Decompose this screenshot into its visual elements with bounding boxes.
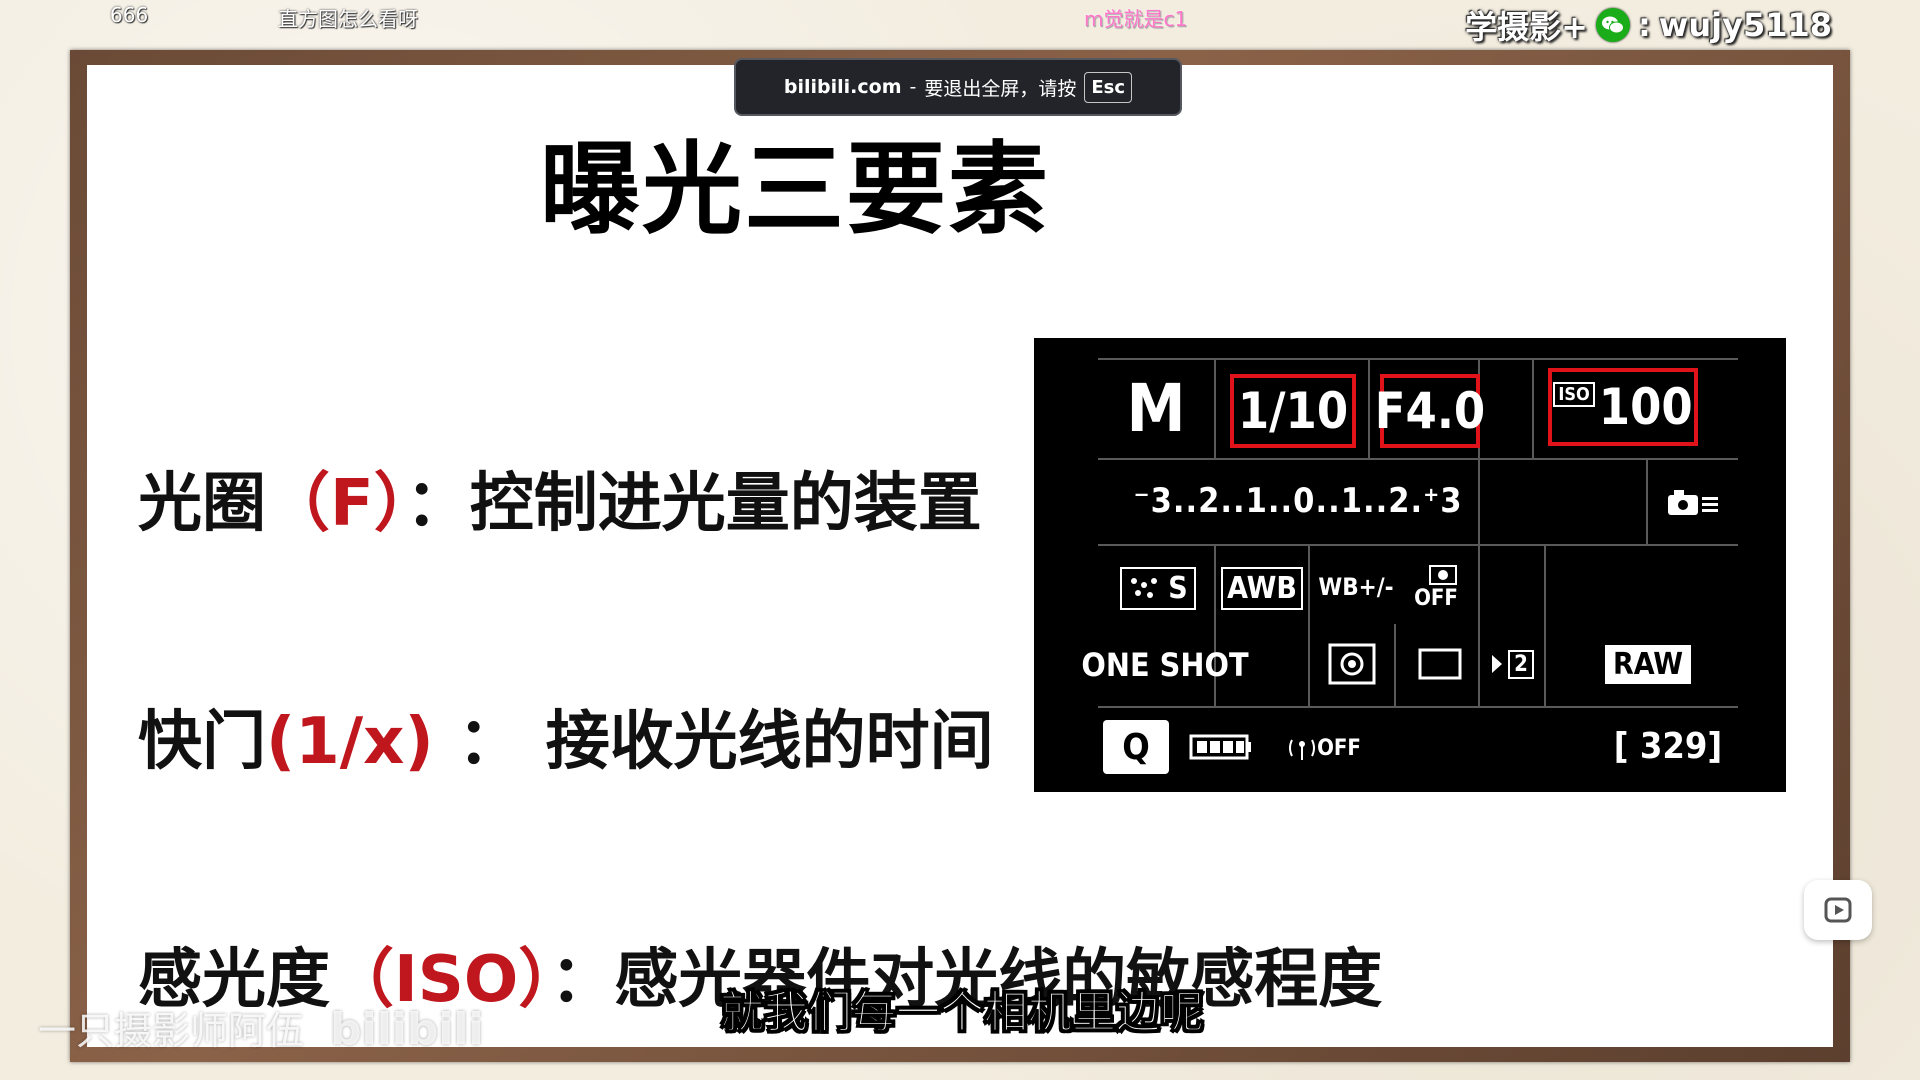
- shooting-mode: M: [1126, 369, 1186, 447]
- toast-site: bilibili.com: [783, 76, 902, 98]
- toast-message: 要退出全屏，请按: [924, 77, 1077, 100]
- wechat-icon: [1595, 8, 1630, 42]
- term: 光圈: [138, 467, 266, 541]
- grid-line: [1368, 358, 1370, 458]
- wifi-icon: OFF: [1284, 720, 1364, 776]
- toast-dash: -: [909, 76, 917, 98]
- camera-lcd-panel: M 1/10 F4.0 ISO 100 ⁻3..2..1..0..1..2.⁺3: [1034, 338, 1786, 792]
- shutter-line: 快门(1/x) ： 接收光线的时间: [138, 690, 994, 782]
- white-balance-icon: AWB: [1221, 560, 1303, 616]
- shutter-speed-value: 1/10: [1230, 374, 1356, 448]
- picture-style-label: S: [1168, 570, 1188, 606]
- q-label: Q: [1103, 720, 1169, 774]
- description: 接收光线的时间: [545, 705, 994, 779]
- quick-control-button[interactable]: Q: [1098, 716, 1174, 778]
- aperture-line: 光圈（F）：控制进光量的装置: [138, 452, 982, 544]
- uploader-watermark: 一只摄影师阿伍 bilibili: [38, 1000, 484, 1055]
- lcd-grid: M 1/10 F4.0 ISO 100 ⁻3..2..1..0..1..2.⁺3: [1081, 358, 1738, 774]
- iso-label: ISO: [1553, 382, 1595, 407]
- bilibili-logo: bilibili: [330, 1004, 484, 1055]
- video-frame: 666 直方图怎么看呀 m觉就是c1 学摄影+ : wujy5118 曝光三要素…: [0, 0, 1920, 1080]
- exposure-level-scale: ⁻3..2..1..0..1..2.⁺3: [1133, 481, 1463, 521]
- white-balance-label: AWB: [1221, 566, 1303, 610]
- symbol: (1/x): [266, 705, 434, 779]
- danmaku-comment: m觉就是c1: [1084, 7, 1188, 31]
- danmaku-comment: 666: [110, 3, 149, 27]
- fullscreen-exit-toast: bilibili.com - 要退出全屏，请按 Esc: [734, 58, 1182, 116]
- raw-label: RAW: [1604, 644, 1692, 684]
- grid-line: [1544, 544, 1546, 706]
- danmaku-comment: 直方图怎么看呀: [278, 7, 418, 31]
- channel-prefix: 学摄影+: [1465, 8, 1588, 46]
- iso-value-box: ISO 100: [1548, 368, 1698, 446]
- channel-separator: :: [1637, 6, 1651, 44]
- symbol: （F）: [266, 467, 406, 541]
- af-mode-text: ONE SHOT: [1081, 646, 1249, 684]
- wb-shift-icon: WB+/-: [1318, 573, 1394, 601]
- grid-line: [1098, 706, 1738, 708]
- subtitle-caption: 就我们每一个相机里边呢: [720, 987, 1205, 1039]
- term: 快门: [138, 705, 266, 779]
- esc-key-badge: Esc: [1084, 71, 1133, 103]
- auto-lighting-optimizer-icon: OFF: [1398, 554, 1474, 620]
- colon: ：: [457, 705, 522, 779]
- description: 控制进光量的装置: [469, 467, 982, 541]
- play-button[interactable]: [1804, 880, 1872, 940]
- grid-line: [1646, 458, 1648, 544]
- slide-title: 曝光三要素: [540, 131, 1050, 248]
- picture-style-icon: S: [1112, 560, 1204, 616]
- camera-settings-icon: [1658, 478, 1728, 528]
- play-icon: [1824, 897, 1852, 923]
- custom-control-index: 2: [1508, 649, 1534, 679]
- metering-mode-icon: [1314, 634, 1390, 694]
- grid-line: [1098, 544, 1738, 546]
- drive-mode-icon: [1402, 634, 1478, 694]
- channel-handle: wujy5118: [1658, 6, 1832, 44]
- uploader-name: 一只摄影师阿伍: [38, 1009, 305, 1053]
- image-quality: RAW: [1578, 634, 1718, 694]
- shots-remaining: [ 329]: [1613, 725, 1723, 767]
- af-mode-label: ONE SHOT: [1081, 624, 1248, 706]
- grid-line: [1308, 544, 1310, 706]
- battery-icon: [1184, 722, 1256, 772]
- custom-control-icon: 2: [1482, 634, 1542, 694]
- channel-watermark: 学摄影+ : wujy5118: [1465, 2, 1832, 48]
- grid-line: [1532, 358, 1534, 458]
- colon: ：: [405, 467, 470, 541]
- alo-off-label: OFF: [1414, 585, 1458, 611]
- grid-line: [1214, 358, 1216, 458]
- wifi-off-label: OFF: [1317, 735, 1361, 761]
- colon: ：: [550, 943, 615, 1017]
- grid-line: [1394, 624, 1396, 706]
- iso-value: 100: [1598, 378, 1693, 436]
- aperture-value: F4.0: [1375, 374, 1485, 448]
